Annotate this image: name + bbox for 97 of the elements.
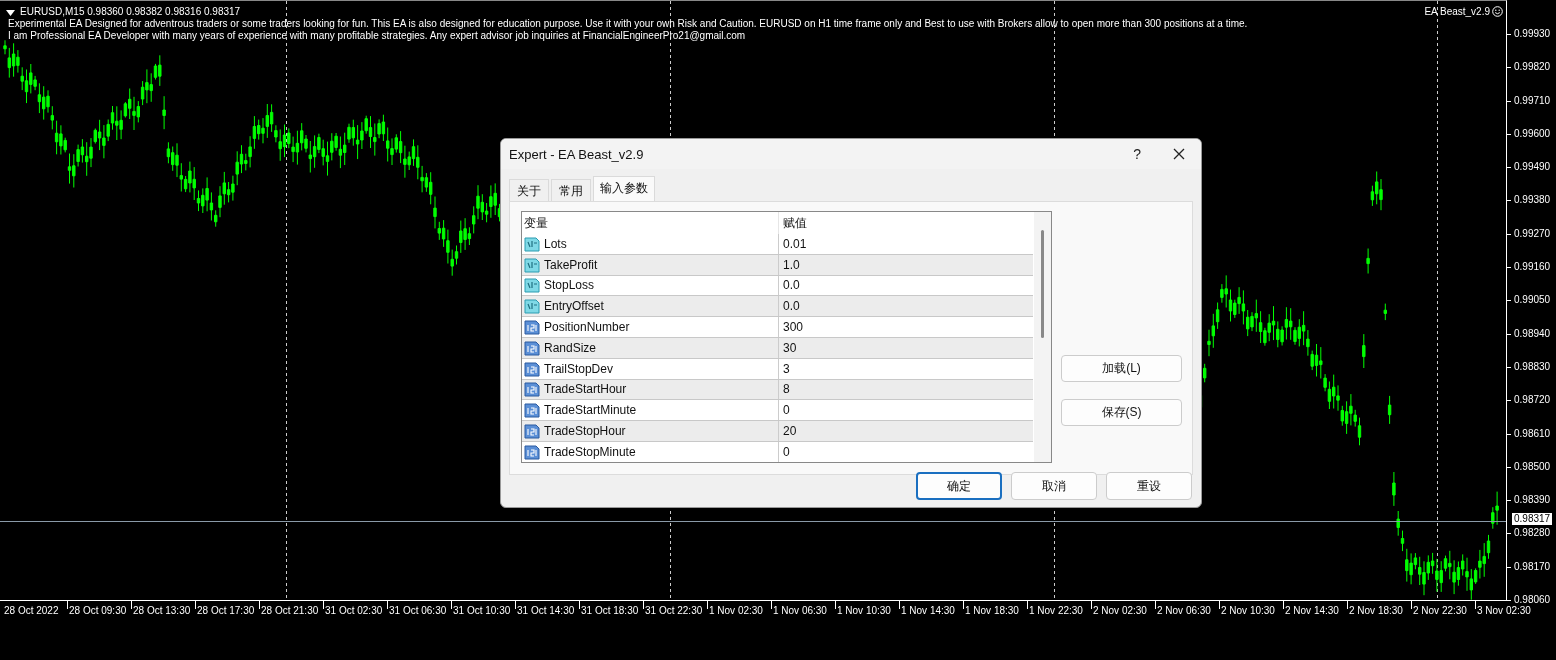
price-label: 0.98720	[1514, 393, 1551, 408]
column-header[interactable]: 变量	[522, 212, 779, 234]
symbol-quote: EURUSD,M15 0.98360 0.98382 0.98316 0.98317	[20, 6, 241, 18]
time-label: 1 Nov 22:30	[1029, 605, 1083, 616]
price-label: 0.99490	[1514, 160, 1551, 175]
time-label: 28 Oct 17:30	[197, 605, 255, 616]
tab[interactable]: 常用	[551, 179, 591, 201]
integer-type-icon	[524, 381, 540, 398]
dialog-button[interactable]: 取消	[1011, 472, 1097, 500]
price-label: 0.98390	[1514, 493, 1551, 508]
integer-type-icon	[524, 339, 540, 356]
parameter-name: EntryOffset	[544, 299, 604, 314]
chart-comment: I am Professional EA Developer with many years of experience with many profitable strategies. Any expert advisor job inquiries at FinancialEngineerPro21@gmail.com	[7, 30, 747, 42]
time-label: 1 Nov 10:30	[837, 605, 891, 616]
time-label: 2 Nov 10:30	[1221, 605, 1275, 616]
time-label: 2 Nov 22:30	[1413, 605, 1467, 616]
parameter-name: StopLoss	[544, 278, 595, 293]
price-label: 0.98280	[1514, 526, 1551, 541]
parameter-value: 0.0	[783, 278, 800, 293]
chart-comment: Experimental EA Designed for adventrous traders or some traders looking for fun. This EA is also designed for education purpose. Use it with your own Risk and Caution. EURUSD on H1 time frame only and Best to use with Brokers allow to open more than 300 positions at a time.	[7, 18, 1248, 30]
price-label: 0.99160	[1514, 260, 1551, 275]
integer-type-icon	[524, 423, 540, 440]
time-label: 28 Oct 21:30	[261, 605, 319, 616]
side-button[interactable]: 保存(S)	[1061, 399, 1182, 426]
price-label: 0.98610	[1514, 426, 1551, 441]
time-label: 31 Oct 18:30	[581, 605, 639, 616]
price-label: 0.98500	[1514, 459, 1551, 474]
time-label: 31 Oct 02:30	[325, 605, 383, 616]
dialog-title: Expert - EA Beast_v2.9	[509, 146, 645, 162]
decimal-type-icon	[524, 298, 540, 315]
price-label: 0.99270	[1514, 226, 1551, 241]
expert-name: EA Beast_v2.9	[1424, 6, 1490, 17]
parameter-name: TradeStopHour	[544, 424, 626, 439]
time-label: 1 Nov 14:30	[901, 605, 955, 616]
parameter-name: Lots	[544, 236, 567, 251]
price-label: 0.99600	[1514, 126, 1551, 141]
parameter-value: 0	[783, 444, 790, 459]
price-label: 0.99710	[1514, 93, 1551, 108]
parameter-value: 20	[783, 424, 797, 439]
side-button[interactable]: 加载(L)	[1061, 355, 1182, 382]
parameter-value: 3	[783, 361, 790, 376]
dialog-button[interactable]: 重设	[1106, 472, 1192, 500]
price-label: 0.99050	[1514, 293, 1551, 308]
time-label: 31 Oct 14:30	[517, 605, 575, 616]
parameter-name: RandSize	[544, 340, 597, 355]
parameter-name: TrailStopDev	[544, 361, 613, 376]
time-label: 28 Oct 13:30	[133, 605, 191, 616]
parameter-name: TradeStartHour	[544, 382, 627, 397]
integer-type-icon	[524, 443, 540, 460]
time-label: 31 Oct 22:30	[645, 605, 703, 616]
decimal-type-icon	[524, 277, 540, 294]
time-label: 1 Nov 18:30	[965, 605, 1019, 616]
integer-type-icon	[524, 402, 540, 419]
time-label: 31 Oct 10:30	[453, 605, 511, 616]
decimal-type-icon	[524, 256, 540, 273]
time-label: 2 Nov 02:30	[1093, 605, 1147, 616]
time-label: 1 Nov 06:30	[773, 605, 827, 616]
time-label: 2 Nov 06:30	[1157, 605, 1211, 616]
price-label: 0.98830	[1514, 359, 1551, 374]
parameter-value: 30	[783, 340, 797, 355]
collapse-triangle-icon[interactable]	[6, 9, 15, 16]
parameter-name: TradeStartMinute	[544, 403, 637, 418]
decimal-type-icon	[524, 235, 540, 252]
price-label: 0.99820	[1514, 60, 1551, 75]
time-label: 28 Oct 09:30	[69, 605, 127, 616]
time-label: 2 Nov 14:30	[1285, 605, 1339, 616]
close-icon[interactable]	[1173, 148, 1185, 160]
scrollbar[interactable]	[1034, 212, 1051, 462]
price-label: 0.99930	[1514, 27, 1551, 41]
dialog-button[interactable]: 确定	[916, 472, 1002, 500]
help-button[interactable]: ?	[1129, 146, 1145, 162]
time-label: 31 Oct 06:30	[389, 605, 447, 616]
parameter-name: TakeProfit	[544, 257, 598, 272]
parameter-value: 1.0	[783, 257, 800, 272]
price-label: 0.99380	[1514, 193, 1551, 208]
time-label: 28 Oct 2022	[4, 605, 59, 616]
price-label: 0.98060	[1514, 593, 1551, 606]
time-label: 1 Nov 02:30	[709, 605, 763, 616]
price-label: 0.98940	[1514, 326, 1551, 341]
parameter-value: 0.0	[783, 299, 800, 314]
tab[interactable]: 输入参数	[593, 176, 655, 201]
parameter-value: 8	[783, 382, 790, 397]
parameter-name: TradeStopMinute	[544, 444, 636, 459]
column-header[interactable]: 赋值	[779, 214, 1033, 232]
parameter-name: PositionNumber	[544, 320, 630, 335]
price-label: 0.98170	[1514, 559, 1551, 574]
tab[interactable]: 关于	[509, 179, 549, 201]
current-price-label: 0.98317	[1512, 513, 1553, 525]
smiley-icon[interactable]	[1492, 6, 1503, 17]
parameter-value: 0.01	[783, 236, 807, 251]
time-label: 2 Nov 18:30	[1349, 605, 1403, 616]
integer-type-icon	[524, 360, 540, 377]
integer-type-icon	[524, 319, 540, 336]
time-label: 3 Nov 02:30	[1477, 605, 1531, 616]
scrollbar-thumb[interactable]	[1041, 230, 1044, 338]
parameter-value: 0	[783, 403, 790, 418]
parameter-value: 300	[783, 320, 804, 335]
